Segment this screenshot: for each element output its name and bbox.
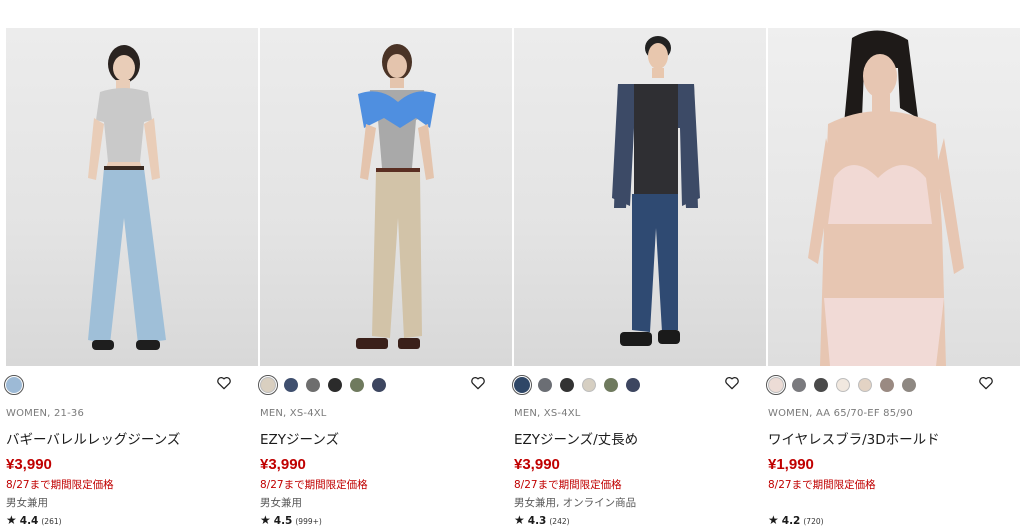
product-image[interactable] <box>6 28 258 366</box>
heart-outline-icon[interactable] <box>470 376 486 390</box>
color-swatch[interactable] <box>836 378 850 392</box>
color-swatch-row <box>258 366 512 404</box>
product-image[interactable] <box>514 28 766 366</box>
heart-outline-icon[interactable] <box>216 376 232 390</box>
color-swatch[interactable] <box>306 378 320 392</box>
color-swatches <box>4 375 24 395</box>
review-count: (261) <box>41 517 62 526</box>
product-card[interactable]: MEN, XS-4XL EZYジーンズ ¥3,990 8/27まで期間限定価格 … <box>258 28 512 527</box>
product-rating: ★ 4.3 (242) <box>514 513 766 527</box>
product-name-link[interactable]: EZYジーンズ <box>260 428 512 448</box>
product-name-link[interactable]: バギーバレルレッグジーンズ <box>6 428 258 448</box>
heart-outline-icon[interactable] <box>978 376 994 390</box>
review-count: (720) <box>803 517 824 526</box>
color-swatch[interactable] <box>766 375 786 395</box>
color-swatch[interactable] <box>604 378 618 392</box>
color-swatch[interactable] <box>792 378 806 392</box>
color-swatch[interactable] <box>328 378 342 392</box>
product-price: ¥1,990 <box>768 456 814 473</box>
product-card[interactable]: MEN, XS-4XL EZYジーンズ/丈長め ¥3,990 8/27まで期間限… <box>512 28 766 527</box>
review-count: (242) <box>549 517 570 526</box>
product-card[interactable]: WOMEN, AA 65/70-EF 85/90 ワイヤレスブラ/3Dホールド … <box>766 28 1020 527</box>
color-swatch[interactable] <box>258 375 278 395</box>
color-swatch[interactable] <box>350 378 364 392</box>
product-tag <box>768 495 1020 509</box>
color-swatch[interactable] <box>538 378 552 392</box>
product-tag: 男女兼用, オンライン商品 <box>514 497 637 509</box>
product-name-link[interactable]: ワイヤレスブラ/3Dホールド <box>768 428 1020 448</box>
rating-score: 4.5 <box>273 515 293 527</box>
product-name-link[interactable]: EZYジーンズ/丈長め <box>514 428 766 448</box>
star-icon: ★ <box>514 513 525 527</box>
product-rating: ★ 4.5 (999+) <box>260 513 512 527</box>
product-category-size: MEN, XS-4XL <box>514 408 581 419</box>
product-rating: ★ 4.2 (720) <box>768 513 1020 527</box>
rating-score: 4.2 <box>781 515 801 527</box>
product-price: ¥3,990 <box>6 456 52 473</box>
product-grid: WOMEN, 21-36 バギーバレルレッグジーンズ ¥3,990 8/27まで… <box>4 28 1020 527</box>
product-rating: ★ 4.4 (261) <box>6 513 258 527</box>
rating-score: 4.3 <box>527 515 547 527</box>
product-price: ¥3,990 <box>260 456 306 473</box>
color-swatches <box>512 375 640 395</box>
color-swatch-row <box>4 366 258 404</box>
product-category-size: MEN, XS-4XL <box>260 408 327 419</box>
color-swatch[interactable] <box>512 375 532 395</box>
color-swatch[interactable] <box>560 378 574 392</box>
color-swatch[interactable] <box>902 378 916 392</box>
product-price: ¥3,990 <box>514 456 560 473</box>
color-swatches <box>258 375 386 395</box>
color-swatch[interactable] <box>626 378 640 392</box>
product-card[interactable]: WOMEN, 21-36 バギーバレルレッグジーンズ ¥3,990 8/27まで… <box>4 28 258 527</box>
product-tag: 男女兼用 <box>6 497 48 509</box>
star-icon: ★ <box>6 513 17 527</box>
promo-text: 8/27まで期間限定価格 <box>6 479 114 491</box>
color-swatches <box>766 375 916 395</box>
star-icon: ★ <box>768 513 779 527</box>
color-swatch[interactable] <box>814 378 828 392</box>
color-swatch[interactable] <box>858 378 872 392</box>
review-count: (999+) <box>295 517 322 526</box>
product-image[interactable] <box>768 28 1020 366</box>
color-swatch[interactable] <box>4 375 24 395</box>
color-swatch-row <box>512 366 766 404</box>
star-icon: ★ <box>260 513 271 527</box>
color-swatch-row <box>766 366 1020 404</box>
promo-text: 8/27まで期間限定価格 <box>514 479 622 491</box>
product-image[interactable] <box>260 28 512 366</box>
color-swatch[interactable] <box>582 378 596 392</box>
rating-score: 4.4 <box>19 515 39 527</box>
promo-text: 8/27まで期間限定価格 <box>768 479 876 491</box>
heart-outline-icon[interactable] <box>724 376 740 390</box>
color-swatch[interactable] <box>880 378 894 392</box>
color-swatch[interactable] <box>284 378 298 392</box>
product-category-size: WOMEN, AA 65/70-EF 85/90 <box>768 408 913 419</box>
product-category-size: WOMEN, 21-36 <box>6 408 85 419</box>
color-swatch[interactable] <box>372 378 386 392</box>
product-tag: 男女兼用 <box>260 497 302 509</box>
promo-text: 8/27まで期間限定価格 <box>260 479 368 491</box>
